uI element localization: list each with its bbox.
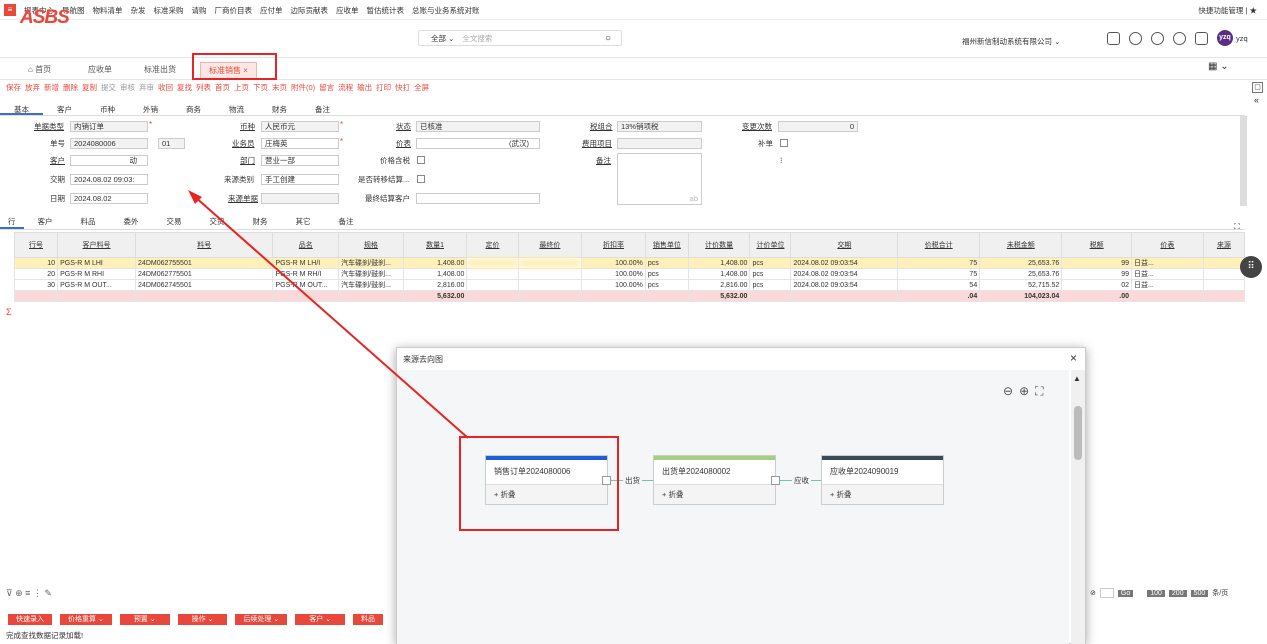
arrow-line xyxy=(193,195,469,439)
annotation-arrow xyxy=(188,190,469,439)
